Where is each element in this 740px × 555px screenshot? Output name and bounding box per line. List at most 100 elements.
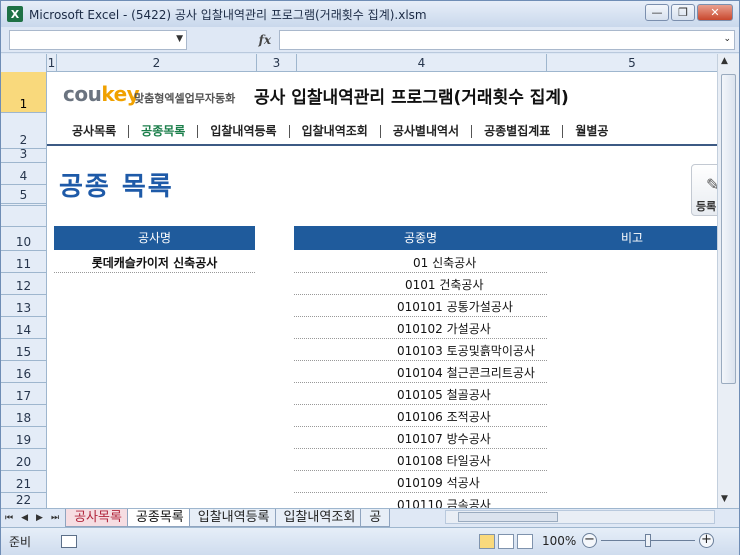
chevron-down-icon[interactable]: ▼ xyxy=(176,34,183,44)
trade-row[interactable]: 010104 철근콘크리트공사 xyxy=(397,364,535,381)
nav-trade-list[interactable]: 공종목록 xyxy=(129,124,199,138)
sheet-tab-bid-register[interactable]: 입찰내역등록 xyxy=(188,509,279,527)
trade-row[interactable]: 010108 타일공사 xyxy=(397,452,491,469)
prev-sheet-icon[interactable]: ◀ xyxy=(17,513,32,523)
trade-row[interactable]: 010110 금속공사 xyxy=(397,496,491,508)
horizontal-scroll-thumb[interactable] xyxy=(458,512,558,522)
section-title: 공종 목록 xyxy=(59,172,174,202)
excel-app-icon[interactable]: X xyxy=(7,6,23,22)
page-break-view-icon[interactable] xyxy=(517,534,533,549)
row-header[interactable]: 5 xyxy=(1,185,46,206)
insert-function-button[interactable]: fx xyxy=(193,30,279,50)
row-header[interactable]: 2 xyxy=(1,113,46,149)
first-sheet-icon[interactable]: ⏮ xyxy=(1,513,17,523)
worksheet-grid[interactable]: coukey 맞춤형엑셀업무자동화 공사 입찰내역관리 프로그램(거래횟수 집계… xyxy=(47,72,717,508)
project-name-cell[interactable]: 롯데캐슬카이저 신축공사 xyxy=(54,254,255,271)
row-divider xyxy=(294,382,547,383)
scroll-up-icon[interactable]: ▲ xyxy=(721,56,728,66)
row-header[interactable]: 1 xyxy=(1,72,46,113)
nav-trade-summary[interactable]: 공종별집계표 xyxy=(472,124,564,138)
column-header[interactable]: 1 xyxy=(47,54,57,72)
view-switcher xyxy=(479,534,533,549)
zoom-slider-knob[interactable] xyxy=(645,534,651,547)
row-header[interactable]: 3 xyxy=(1,147,46,163)
nav-bid-search[interactable]: 입찰내역조회 xyxy=(290,124,381,138)
name-box[interactable]: ▼ xyxy=(9,29,187,50)
scroll-down-icon[interactable]: ▼ xyxy=(721,494,728,504)
status-bar: 준비 100% − + xyxy=(1,527,739,555)
row-header[interactable]: 13 xyxy=(1,295,46,317)
row-divider xyxy=(294,272,547,273)
normal-view-icon[interactable] xyxy=(479,534,495,549)
row-header[interactable]: 17 xyxy=(1,383,46,405)
row-divider xyxy=(294,316,547,317)
trade-row[interactable]: 010101 공통가설공사 xyxy=(397,298,513,315)
row-divider xyxy=(294,360,547,361)
zoom-level[interactable]: 100% xyxy=(542,534,576,548)
excel-window: X Microsoft Excel - (5422) 공사 입찰내역관리 프로그… xyxy=(0,0,740,555)
row-header[interactable]: 11 xyxy=(1,251,46,273)
row-divider xyxy=(294,426,547,427)
formula-input[interactable]: ⌄ xyxy=(279,29,735,50)
vertical-scroll-thumb[interactable] xyxy=(721,74,736,384)
row-header[interactable]: 4 xyxy=(1,163,46,185)
expand-formula-icon[interactable]: ⌄ xyxy=(723,34,731,44)
row-header[interactable]: 21 xyxy=(1,471,46,493)
zoom-out-button[interactable]: − xyxy=(582,533,597,548)
vertical-scrollbar[interactable]: ▲ ▼ xyxy=(717,54,739,508)
trade-row[interactable]: 0101 건축공사 xyxy=(405,276,484,293)
column-header[interactable]: 2 xyxy=(57,54,257,72)
row-divider xyxy=(294,404,547,405)
row-divider xyxy=(294,294,547,295)
row-header[interactable]: 20 xyxy=(1,449,46,471)
close-button[interactable]: ✕ xyxy=(697,4,733,21)
sheet-tab-project-list[interactable]: 공사목록 xyxy=(65,509,131,527)
row-header[interactable]: 12 xyxy=(1,273,46,295)
row-header[interactable]: 15 xyxy=(1,339,46,361)
pencil-icon: ✎ xyxy=(706,175,717,194)
nav-project-statement[interactable]: 공사별내역서 xyxy=(381,124,473,138)
register-button[interactable]: ✎ 등록 xyxy=(691,164,717,216)
horizontal-scrollbar[interactable] xyxy=(445,510,715,524)
column-header[interactable]: 5 xyxy=(547,54,717,72)
trade-row[interactable]: 010103 토공및흙막이공사 xyxy=(397,342,535,359)
last-sheet-icon[interactable]: ⏭ xyxy=(47,513,63,523)
trade-row[interactable]: 010106 조적공사 xyxy=(397,408,491,425)
next-sheet-icon[interactable]: ▶ xyxy=(32,513,47,523)
page-layout-view-icon[interactable] xyxy=(498,534,514,549)
row-header[interactable]: 10 xyxy=(1,226,46,251)
window-title: Microsoft Excel - (5422) 공사 입찰내역관리 프로그램(… xyxy=(29,7,427,22)
zoom-in-button[interactable]: + xyxy=(699,533,714,548)
row-divider xyxy=(294,448,547,449)
restore-button[interactable]: ❐ xyxy=(671,4,695,21)
trade-row[interactable]: 010107 방수공사 xyxy=(397,430,491,447)
nav-monthly[interactable]: 월별공 xyxy=(563,124,620,138)
trade-row[interactable]: 01 신축공사 xyxy=(413,254,476,271)
coukey-logo: coukey xyxy=(63,82,140,106)
row-divider xyxy=(294,492,547,493)
column-header[interactable]: 4 xyxy=(297,54,547,72)
row-header[interactable]: 16 xyxy=(1,361,46,383)
trade-row[interactable]: 010102 가설공사 xyxy=(397,320,491,337)
column-header[interactable]: 3 xyxy=(257,54,297,72)
trade-row[interactable]: 010109 석공사 xyxy=(397,474,480,491)
nav-bid-register[interactable]: 입찰내역등록 xyxy=(198,124,290,138)
row-headers: 1 2 3 4 5 10 11 12 13 14 15 16 17 18 19 … xyxy=(1,72,47,508)
minimize-button[interactable]: — xyxy=(645,4,669,21)
sheet-tab-more[interactable]: 공 xyxy=(360,509,391,527)
project-name-header: 공사명 xyxy=(54,226,255,250)
row-divider xyxy=(294,470,547,471)
sheet-tab-bid-search[interactable]: 입찰내역조회 xyxy=(274,509,365,527)
trade-name-header: 공종명 xyxy=(294,226,547,250)
note-header: 비고 xyxy=(547,226,717,250)
trade-row[interactable]: 010105 철골공사 xyxy=(397,386,491,403)
sheet-tab-trade-list[interactable]: 공종목록 xyxy=(126,509,193,527)
macro-record-icon[interactable] xyxy=(61,535,78,548)
row-header[interactable]: 14 xyxy=(1,317,46,339)
row-header[interactable]: 22 xyxy=(1,493,46,508)
select-all-corner[interactable] xyxy=(1,54,47,72)
nav-project-list[interactable]: 공사목록 xyxy=(47,124,130,138)
row-header[interactable]: 19 xyxy=(1,427,46,449)
row-header[interactable]: 18 xyxy=(1,405,46,427)
formula-bar: ▼ fx ⌄ xyxy=(1,27,739,53)
